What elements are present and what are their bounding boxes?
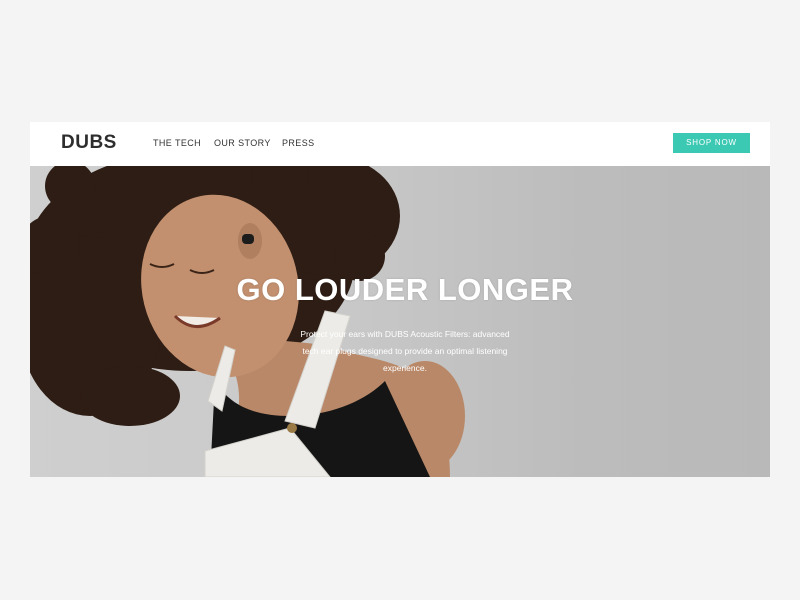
nav-link-press[interactable]: PRESS [282, 137, 315, 149]
nav-link-our-story[interactable]: OUR STORY [214, 137, 271, 149]
hero-photo [30, 166, 465, 477]
hero-title: GO LOUDER LONGER [236, 272, 574, 307]
earplug-icon [242, 234, 254, 244]
shop-now-button[interactable]: SHOP NOW [673, 133, 750, 153]
buckle-icon [287, 423, 297, 433]
hero-subtitle: Protect your ears with DUBS Acoustic Fil… [300, 329, 510, 373]
navbar: DUBS THE TECH OUR STORY PRESS SHOP NOW [30, 122, 770, 166]
nav-link-the-tech[interactable]: THE TECH [153, 137, 201, 149]
brand-logo[interactable]: DUBS [61, 132, 117, 154]
website-frame: DUBS THE TECH OUR STORY PRESS SHOP NOW G… [30, 122, 770, 477]
hero-banner: GO LOUDER LONGER Protect your ears with … [30, 166, 770, 477]
